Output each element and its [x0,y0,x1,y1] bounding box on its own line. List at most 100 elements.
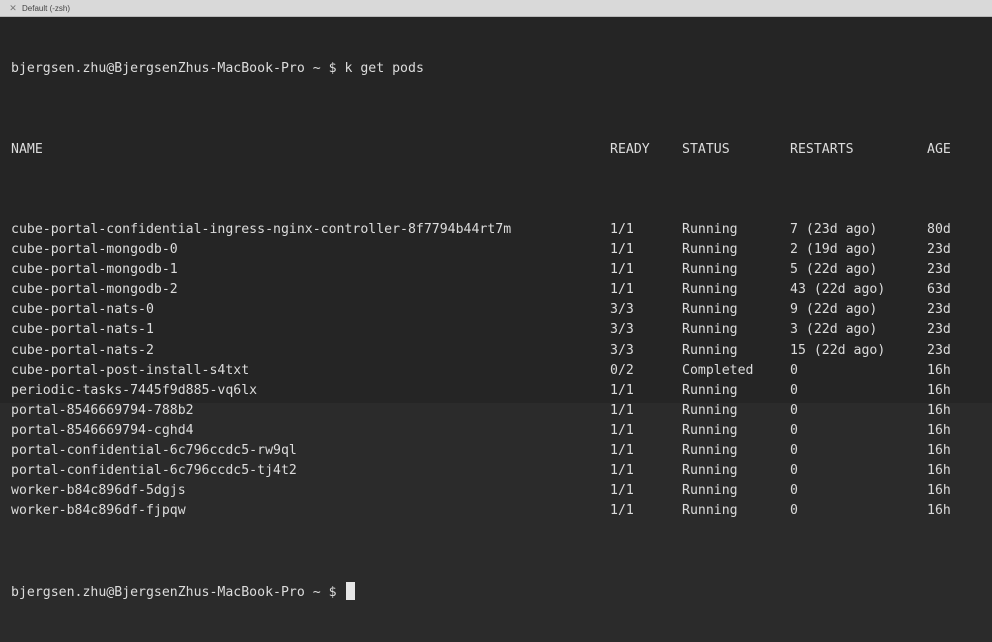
table-row: cube-portal-nats-1 3/3 Running 3 (22d ago) 2… [11,320,986,340]
table-row: worker-b84c896df-5dgjs 1/1 Running 0 16h [11,481,986,501]
pod-restarts: 0 [790,422,798,438]
pod-ready: 1/1 [610,242,634,258]
table-row: portal-confidential-6c796ccdc5-tj4t2 1/1 R… [11,461,986,481]
pod-ready: 1/1 [610,442,634,458]
pod-name: cube-portal-nats-2 [11,342,154,358]
pod-age: 23d [927,322,951,338]
pod-ready: 1/1 [610,282,634,298]
table-row: portal-8546669794-cghd4 1/1 Running 0 16h [11,421,986,441]
final-prompt: bjergsen.zhu@BjergsenZhus-MacBook-Pro ~ … [11,584,337,600]
pod-restarts: 0 [790,463,798,479]
pod-status: Running [682,242,738,258]
pod-restarts: 15 (22d ago) [790,342,886,358]
pod-age: 16h [927,463,951,479]
pod-age: 16h [927,362,951,378]
pod-status: Running [682,402,738,418]
table-row: cube-portal-confidential-ingress-nginx-c… [11,220,986,240]
pod-status: Running [682,483,738,499]
pod-age: 23d [927,242,951,258]
pod-status: Running [682,463,738,479]
pod-age: 23d [927,342,951,358]
pod-status: Running [682,442,738,458]
pod-name: portal-8546669794-cghd4 [11,422,194,438]
pod-status: Completed [682,362,754,378]
pod-name: portal-confidential-6c796ccdc5-tj4t2 [11,463,297,479]
pod-ready: 0/2 [610,362,634,378]
pod-age: 16h [927,503,951,519]
pod-restarts: 7 (23d ago) [790,221,878,237]
pod-name: cube-portal-post-install-s4txt [11,362,250,378]
pod-ready: 1/1 [610,463,634,479]
text-cursor [346,581,356,600]
pod-restarts: 0 [790,362,798,378]
pod-ready: 1/1 [610,422,634,438]
command-line: bjergsen.zhu@BjergsenZhus-MacBook-Pro ~ … [11,59,986,79]
pod-status: Running [682,302,738,318]
header-ready: READY [610,141,650,157]
pod-restarts: 9 (22d ago) [790,302,878,318]
close-icon[interactable]: ✕ [8,3,18,13]
pod-status: Running [682,322,738,338]
pod-name: cube-portal-mongodb-0 [11,242,178,258]
pod-name: cube-portal-confidential-ingress-nginx-c… [11,221,512,237]
pod-restarts: 2 (19d ago) [790,242,878,258]
table-row: periodic-tasks-7445f9d885-vq6lx 1/1 Runnin… [11,381,986,401]
table-row: portal-8546669794-788b2 1/1 Running 0 16h [11,401,986,421]
table-row: cube-portal-mongodb-0 1/1 Running 2 (19d ag… [11,240,986,260]
pod-restarts: 0 [790,483,798,499]
pod-age: 63d [927,282,951,298]
window-title: Default (-zsh) [22,3,71,13]
pod-restarts: 0 [790,503,798,519]
pods-table-body: cube-portal-confidential-ingress-nginx-c… [11,220,986,521]
pod-name: cube-portal-mongodb-2 [11,282,178,298]
pod-status: Running [682,221,738,237]
pod-age: 16h [927,402,951,418]
table-row: cube-portal-post-install-s4txt 0/2 Complet… [11,361,986,381]
pod-name: cube-portal-nats-0 [11,302,154,318]
pod-age: 23d [927,262,951,278]
pod-restarts: 5 (22d ago) [790,262,878,278]
title-bar: ✕ Default (-zsh) [0,0,992,17]
pod-age: 80d [927,221,951,237]
header-status: STATUS [682,141,730,157]
pod-status: Running [682,382,738,398]
pod-name: portal-8546669794-788b2 [11,402,194,418]
header-restarts: RESTARTS [790,141,854,157]
pod-ready: 1/1 [610,483,634,499]
terminal-window: ✕ Default (-zsh) bjergsen.zhu@BjergsenZh… [0,0,992,600]
pod-status: Running [682,262,738,278]
pod-ready: 3/3 [610,322,634,338]
pod-ready: 1/1 [610,402,634,418]
table-row: portal-confidential-6c796ccdc5-rw9ql 1/1 R… [11,441,986,461]
pod-age: 16h [927,422,951,438]
pod-ready: 1/1 [610,382,634,398]
pod-status: Running [682,503,738,519]
command-prompt: bjergsen.zhu@BjergsenZhus-MacBook-Pro ~ … [11,61,337,77]
pod-restarts: 3 (22d ago) [790,322,878,338]
pod-ready: 1/1 [610,262,634,278]
command-text: k get pods [344,61,424,77]
pod-name: cube-portal-nats-1 [11,322,154,338]
pod-age: 23d [927,302,951,318]
pod-restarts: 0 [790,382,798,398]
pod-age: 16h [927,382,951,398]
pod-name: portal-confidential-6c796ccdc5-rw9ql [11,442,297,458]
table-row: worker-b84c896df-fjpqw 1/1 Running 0 16h [11,501,986,521]
header-name: NAME [11,141,43,157]
pod-ready: 1/1 [610,503,634,519]
pod-restarts: 0 [790,442,798,458]
table-row: cube-portal-nats-0 3/3 Running 9 (22d ago) 2… [11,300,986,320]
pod-ready: 3/3 [610,302,634,318]
table-row: cube-portal-mongodb-1 1/1 Running 5 (22d ag… [11,260,986,280]
table-header: NAME READY STATUS RESTARTS AGE [11,140,986,160]
pod-status: Running [682,282,738,298]
terminal-output[interactable]: bjergsen.zhu@BjergsenZhus-MacBook-Pro ~ … [11,19,986,600]
table-row: cube-portal-nats-2 3/3 Running 15 (22d ago)… [11,341,986,361]
table-row: cube-portal-mongodb-2 1/1 Running 43 (22d a… [11,280,986,300]
pod-restarts: 43 (22d ago) [790,282,886,298]
pod-status: Running [682,342,738,358]
pod-age: 16h [927,483,951,499]
pod-restarts: 0 [790,402,798,418]
header-age: AGE [927,141,951,157]
pod-name: worker-b84c896df-fjpqw [11,503,186,519]
